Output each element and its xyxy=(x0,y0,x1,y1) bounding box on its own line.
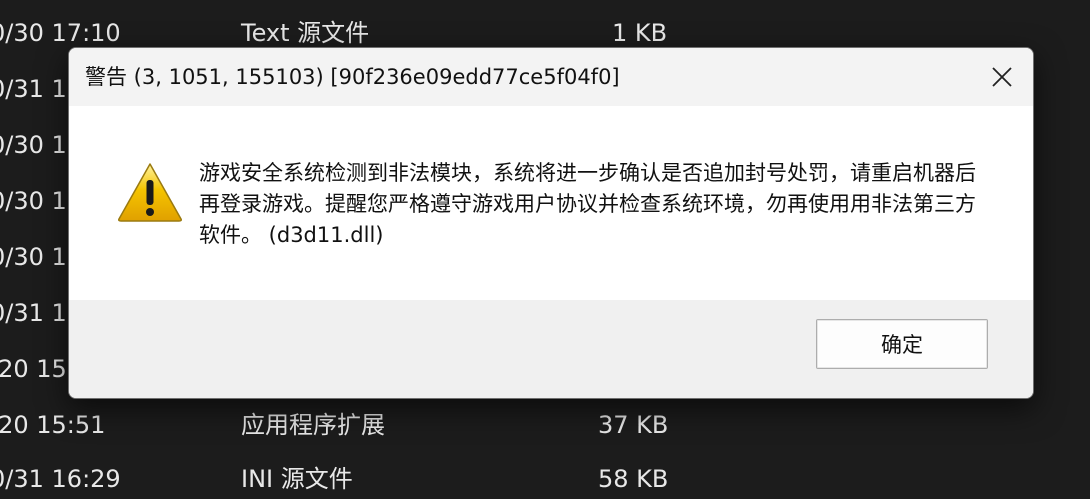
dialog-title: 警告 (3, 1051, 155103) [90f236e09edd77ce5f… xyxy=(85,65,620,89)
file-date: 0/30 1 xyxy=(0,243,67,271)
close-button[interactable] xyxy=(971,48,1033,106)
dialog-titlebar[interactable]: 警告 (3, 1051, 155103) [90f236e09edd77ce5f… xyxy=(69,48,1033,106)
close-icon xyxy=(992,67,1012,87)
warning-dialog: 警告 (3, 1051, 155103) [90f236e09edd77ce5f… xyxy=(68,47,1034,399)
file-size: 37 KB xyxy=(598,411,669,439)
ok-button[interactable]: 确定 xyxy=(816,319,988,369)
file-date: /20 15:51 xyxy=(0,411,106,439)
file-date: /20 15 xyxy=(0,355,67,383)
file-date: 0/30 1 xyxy=(0,131,67,159)
dialog-footer: 确定 xyxy=(69,300,1033,398)
warning-triangle-icon xyxy=(118,163,182,222)
dialog-message: 游戏安全系统检测到非法模块，系统将进一步确认是否追加封号处罚，请重启机器后再登录… xyxy=(199,161,976,247)
file-date: 0/30 1 xyxy=(0,187,67,215)
dialog-content: 游戏安全系统检测到非法模块，系统将进一步确认是否追加封号处罚，请重启机器后再登录… xyxy=(69,106,1033,300)
file-type: 应用程序扩展 xyxy=(241,411,385,439)
file-size: 58 KB xyxy=(598,465,669,493)
file-date: 0/31 16:29 xyxy=(0,465,121,493)
file-type: INI 源文件 xyxy=(241,465,353,493)
file-date: 0/31 1 xyxy=(0,299,67,327)
file-date: 0/31 1 xyxy=(0,75,67,103)
